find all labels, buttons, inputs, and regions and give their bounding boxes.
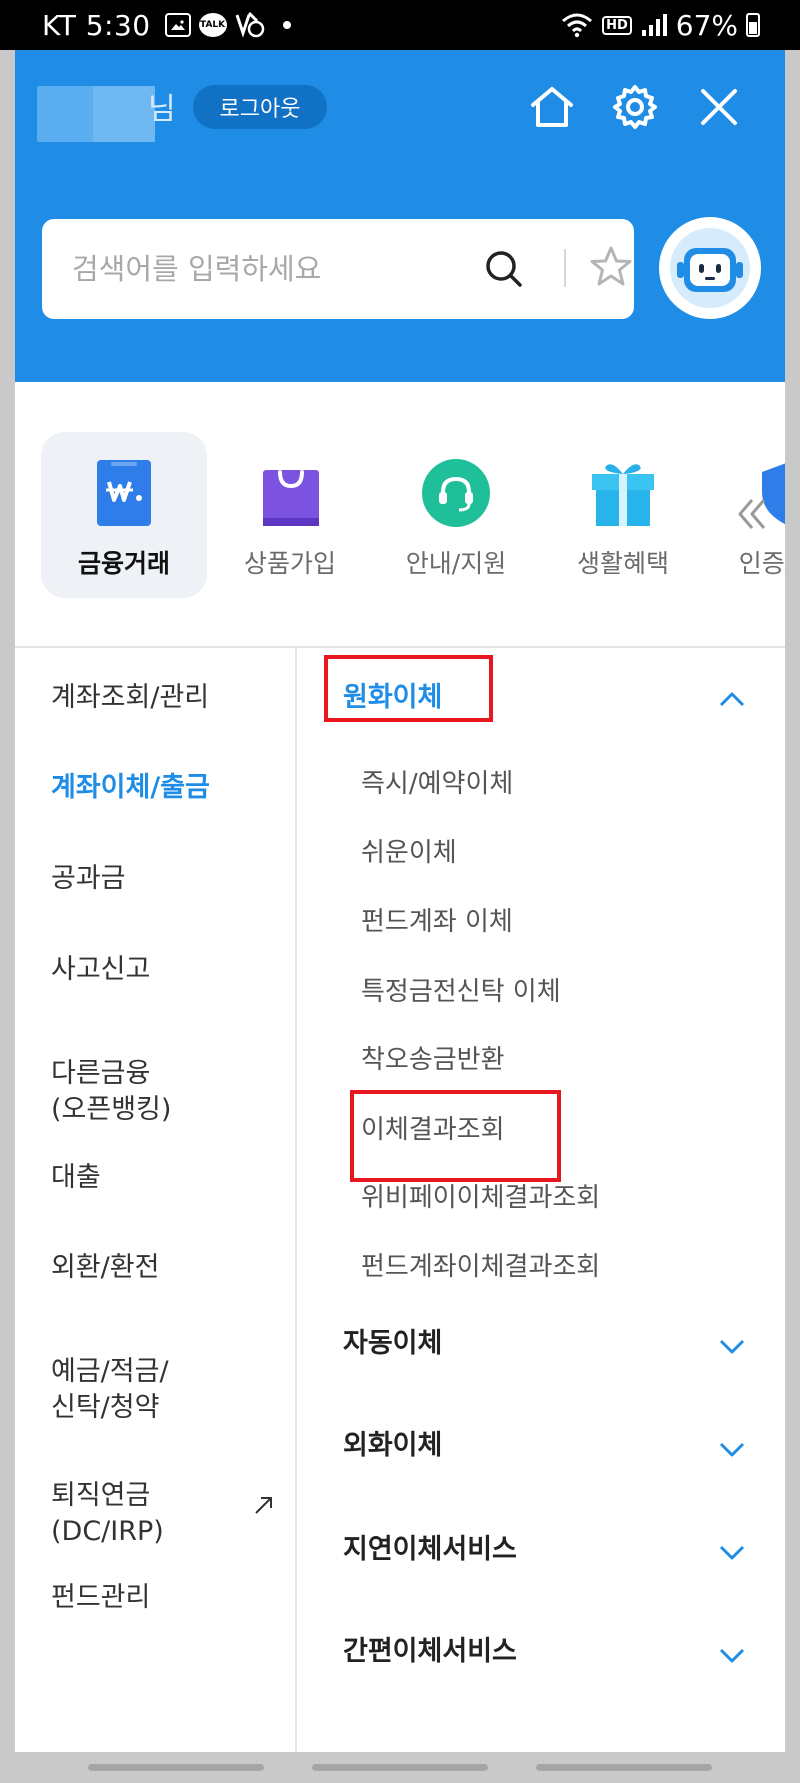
chevron-down-icon[interactable] [719,1338,745,1354]
status-bar: KT 5:30 TALK HD 67% [0,0,800,50]
search-divider [564,249,566,287]
submenu-pane: 원화이체 즉시/예약이체 쉬운이체 펀드계좌 이체 특정금전신탁 이체 착오송금… [299,648,785,1752]
menu-panel: 금융거래 상품가입 안내/지원 생활혜택 인증 계좌조회/관리 계좌이체/출금 … [15,382,785,1752]
chevron-up-icon[interactable] [719,691,745,707]
nav-item-account-inquiry[interactable]: 계좌조회/관리 [51,680,209,716]
gallery-icon [164,13,191,37]
section-delayed-transfer[interactable]: 지연이체서비스 [343,1532,517,1568]
hd-voice-icon: HD [602,15,632,35]
gear-icon[interactable] [609,81,661,133]
signal-icon [641,14,667,36]
user-name-blurred [37,86,155,142]
system-status: HD 67% [560,9,760,42]
category-tab-finance[interactable]: 금융거래 [41,432,207,598]
section-auto-transfer[interactable]: 자동이체 [343,1326,442,1362]
nav-item-deposits[interactable]: 예금/적금/ 신탁/청약 [51,1354,169,1426]
category-tab-support[interactable]: 안내/지원 [373,432,539,598]
status-time: KT 5:30 [42,8,151,42]
home-icon[interactable] [526,81,578,133]
menu-header: 님 로그아웃 [15,50,785,382]
chevron-down-icon[interactable] [719,1441,745,1457]
headset-icon [422,459,490,527]
nav-item-pension[interactable]: 퇴직연금 (DC/IRP) [51,1478,164,1550]
highlight-box-section [324,655,493,722]
nav-bar-recent[interactable] [88,1764,264,1771]
kakaotalk-icon: TALK [198,13,227,37]
nav-item-fund[interactable]: 펀드관리 [51,1580,150,1616]
sub-item-mistaken-refund[interactable]: 착오송금반환 [361,1042,505,1078]
battery-icon [746,13,760,37]
wifi-icon [562,13,593,38]
double-chevron-left-icon[interactable] [732,494,772,534]
shopping-bag-icon [263,470,319,526]
sub-item-fund-result[interactable]: 펀드계좌이체결과조회 [361,1249,600,1285]
external-link-icon [255,1497,272,1514]
wallet-won-icon [97,460,151,526]
nav-item-utility-bills[interactable]: 공과금 [51,861,126,897]
nav-item-accident-report[interactable]: 사고신고 [51,952,150,988]
nav-item-loan[interactable]: 대출 [51,1160,101,1196]
highlight-box-item [350,1090,561,1182]
category-tab-products[interactable]: 상품가입 [207,432,373,598]
section-foreign-transfer[interactable]: 외화이체 [343,1428,442,1464]
category-tab-benefits[interactable]: 생활혜택 [540,432,706,598]
sub-item-wibipay-result[interactable]: 위비페이이체결과조회 [361,1180,600,1216]
chevron-down-icon[interactable] [719,1647,745,1663]
nav-item-transfer[interactable]: 계좌이체/출금 [51,770,210,806]
search-input[interactable] [72,247,452,291]
robot-icon [670,228,750,308]
battery-percent: 67% [675,8,738,42]
system-nav-bar [0,1752,800,1783]
notification-icons: TALK [164,11,291,39]
section-simple-transfer[interactable]: 간편이체서비스 [343,1634,517,1670]
more-notifications-icon [282,21,291,29]
sub-item-fund-transfer[interactable]: 펀드계좌 이체 [361,904,513,940]
category-label: 상품가입 [243,549,336,578]
star-icon[interactable] [587,243,635,291]
user-name-suffix: 님 [148,92,176,127]
sub-item-instant-transfer[interactable]: 즉시/예약이체 [361,766,513,802]
left-nav: 계좌조회/관리 계좌이체/출금 공과금 사고신고 다른금융 (오픈뱅킹) 대출 … [15,648,297,1752]
category-label: 인증/보안 [738,549,785,578]
chatbot-button[interactable] [659,217,761,319]
gift-icon [592,464,654,526]
close-icon[interactable] [693,81,745,133]
chevron-down-icon[interactable] [719,1544,745,1560]
nav-bar-back[interactable] [536,1764,712,1771]
nav-item-forex[interactable]: 외환/환전 [51,1250,159,1286]
nav-item-open-banking[interactable]: 다른금융 (오픈뱅킹) [51,1056,171,1128]
logout-button[interactable]: 로그아웃 [193,85,327,129]
category-label: 생활혜택 [576,549,669,578]
sub-item-trust-transfer[interactable]: 특정금전신탁 이체 [361,974,561,1010]
vpn-key-icon [235,11,264,38]
category-label: 금융거래 [77,549,170,578]
category-label: 안내/지원 [405,549,507,578]
search-bar [42,219,634,319]
category-tabs: 금융거래 상품가입 안내/지원 생활혜택 인증 [15,382,785,648]
sub-item-easy-transfer[interactable]: 쉬운이체 [361,835,457,871]
search-icon[interactable] [482,247,526,291]
nav-bar-home[interactable] [312,1764,488,1771]
